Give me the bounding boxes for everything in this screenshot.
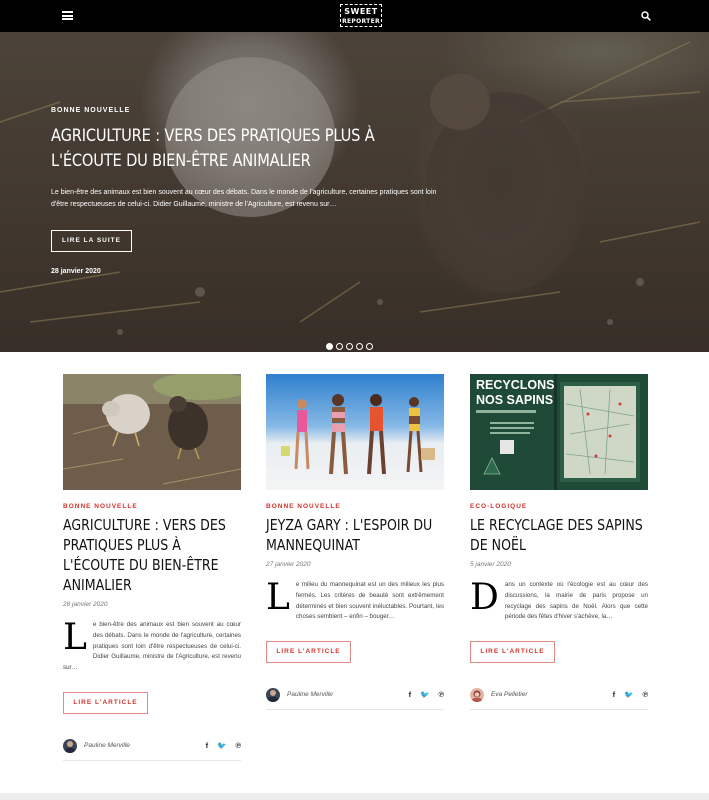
pinterest-icon[interactable]: ℗ [235, 741, 241, 750]
article-footer: Pauline Merville f 🐦 ℗ [63, 738, 241, 761]
twitter-icon[interactable]: 🐦 [420, 690, 429, 699]
share-buttons: f 🐦 ℗ [197, 741, 241, 750]
slider-dot-2[interactable] [336, 343, 343, 350]
article-excerpt-text: e bien-être des animaux est bien souvent… [63, 621, 241, 672]
article-dropcap: D [470, 577, 499, 618]
author-avatar[interactable] [266, 688, 280, 703]
read-more-button[interactable]: LIRE LA SUITE [51, 230, 132, 252]
article-dropcap: L [266, 577, 290, 618]
hero-slider[interactable]: BONNE NOUVELLE AGRICULTURE : VERS DES PR… [0, 32, 709, 352]
search-icon[interactable] [641, 11, 651, 21]
slider-dot-1[interactable] [326, 343, 333, 350]
author-avatar[interactable] [63, 738, 77, 753]
slider-pagination [326, 337, 376, 350]
hero-title[interactable]: AGRICULTURE : VERS DES PRATIQUES PLUS À … [51, 124, 395, 174]
article-date: 27 janvier 2020 [266, 561, 311, 568]
logo-line-1: SWEET [344, 7, 378, 16]
hamburger-menu-icon[interactable] [62, 11, 73, 20]
top-navigation-bar: SWEET REPORTER [0, 0, 709, 32]
pinterest-icon[interactable]: ℗ [438, 690, 444, 699]
page-bottom-edge [0, 793, 709, 800]
author-name[interactable]: Pauline Merville [84, 742, 130, 749]
facebook-icon[interactable]: f [206, 741, 209, 750]
article-card: BONNE NOUVELLE AGRICULTURE : VERS DES PR… [63, 374, 241, 761]
article-image-models[interactable] [266, 374, 444, 490]
share-buttons: f 🐦 ℗ [604, 690, 648, 699]
article-category[interactable]: BONNE NOUVELLE [266, 503, 444, 510]
slider-dot-3[interactable] [346, 343, 353, 350]
author-name[interactable]: Pauline Merville [287, 691, 333, 698]
article-title[interactable]: JEYZA GARY : L'ESPOIR DU MANNEQUINAT [266, 515, 444, 555]
author-name[interactable]: Eva Pelletier [491, 691, 528, 698]
read-article-button[interactable]: LIRE L'ARTICLE [63, 691, 148, 714]
facebook-icon[interactable]: f [613, 690, 616, 699]
article-date: 5 janvier 2020 [470, 561, 511, 568]
article-excerpt: Dans un contexte où l'écologie est au cœ… [470, 580, 648, 623]
hero-excerpt: Le bien-être des animaux est bien souven… [51, 189, 437, 208]
article-dropcap: L [63, 617, 87, 658]
article-category[interactable]: ECO-LOGIQUE [470, 503, 648, 510]
article-image-recycling-poster[interactable]: RECYCLONS NOS SAPINS [470, 374, 648, 490]
article-title[interactable]: AGRICULTURE : VERS DES PRATIQUES PLUS À … [63, 515, 241, 595]
poster-headline-line-1: RECYCLONS [476, 378, 554, 392]
read-article-button[interactable]: LIRE L'ARTICLE [266, 641, 351, 664]
hero-date: 28 janvier 2020 [51, 268, 101, 275]
slider-dot-4[interactable] [356, 343, 363, 350]
share-buttons: f 🐦 ℗ [400, 690, 444, 699]
pinterest-icon[interactable]: ℗ [642, 690, 648, 699]
twitter-icon[interactable]: 🐦 [217, 741, 226, 750]
article-excerpt-text: ans un contexte où l'écologie est au cœu… [504, 581, 648, 621]
article-excerpt: Le milieu du mannequinat est un des mili… [266, 580, 444, 623]
facebook-icon[interactable]: f [409, 690, 412, 699]
author-avatar[interactable] [470, 688, 484, 703]
slider-dot-5[interactable] [366, 343, 373, 350]
site-logo[interactable]: SWEET REPORTER [340, 4, 382, 27]
article-title[interactable]: LE RECYCLAGE DES SAPINS DE NOËL [470, 515, 648, 555]
hero-category[interactable]: BONNE NOUVELLE [51, 107, 130, 114]
article-card: BONNE NOUVELLE JEYZA GARY : L'ESPOIR DU … [266, 374, 444, 711]
read-article-button[interactable]: LIRE L'ARTICLE [470, 641, 555, 664]
article-excerpt-text: e milieu du mannequinat est un des milie… [295, 581, 444, 621]
article-footer: Eva Pelletier f 🐦 ℗ [470, 688, 648, 711]
article-image-chicks[interactable] [63, 374, 241, 490]
article-excerpt: Le bien-être des animaux est bien souven… [63, 620, 241, 674]
article-category[interactable]: BONNE NOUVELLE [63, 503, 241, 510]
twitter-icon[interactable]: 🐦 [624, 690, 633, 699]
article-card: RECYCLONS NOS SAPINS ECO-LOGIQUE LE RECY… [470, 374, 648, 711]
article-footer: Pauline Merville f 🐦 ℗ [266, 688, 444, 711]
poster-headline-line-2: NOS SAPINS [476, 393, 553, 407]
logo-line-2: REPORTER [342, 18, 380, 25]
article-date: 28 janvier 2020 [63, 601, 108, 608]
